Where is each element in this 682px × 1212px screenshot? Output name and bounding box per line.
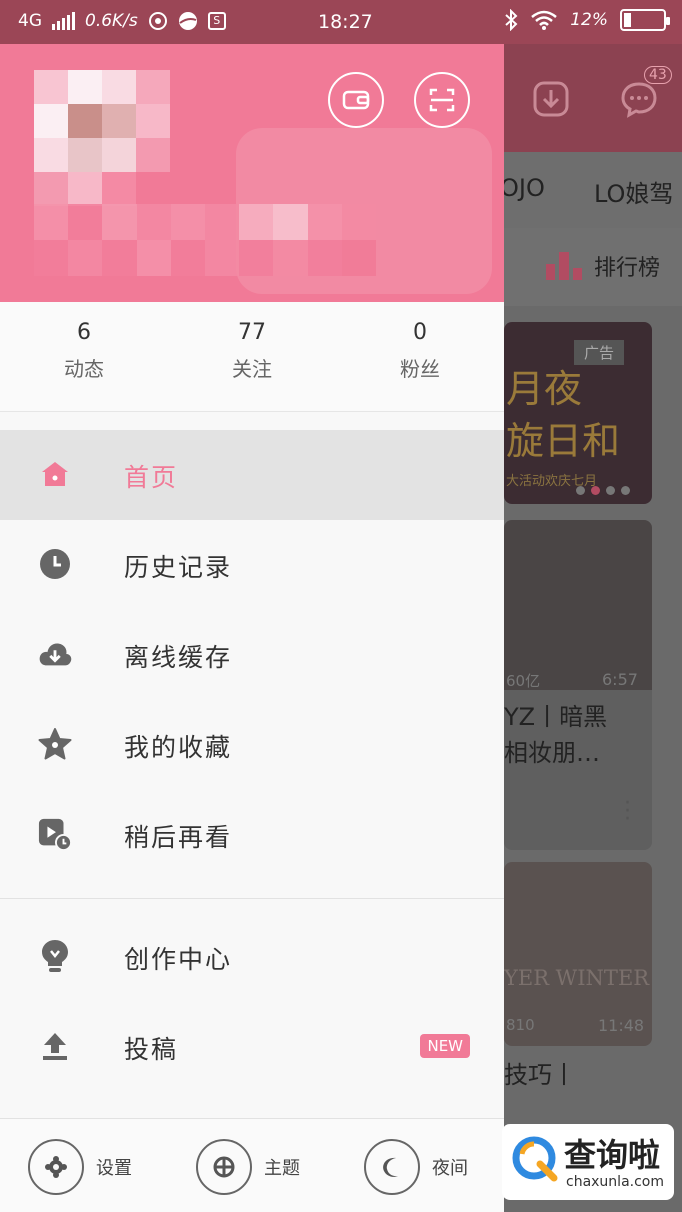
ranking-label[interactable]: 排行榜	[594, 250, 660, 282]
moon-icon	[364, 1139, 420, 1195]
drawer-bottom-bar: 设置 主题 夜间	[0, 1118, 504, 1212]
profile-stats: 6 动态 77 关注 0 粉丝	[0, 302, 504, 412]
carousel-dots	[576, 486, 630, 495]
wifi-icon	[531, 10, 558, 30]
username	[34, 204, 376, 276]
ad-tag: 广告	[574, 340, 625, 365]
theme-button[interactable]: 主题	[196, 1139, 300, 1195]
menu-label: 我的收藏	[124, 733, 233, 762]
banner-text-1: 月夜	[506, 367, 583, 411]
download-icon[interactable]	[532, 80, 570, 118]
menu-item-creator-center[interactable]: 创作中心	[0, 912, 504, 1002]
scan-icon	[429, 88, 455, 112]
settings-button[interactable]: 设置	[28, 1139, 132, 1195]
ad-banner[interactable]: 月夜 旋日和 大活动欢庆七月 广告	[504, 322, 652, 504]
wallet-button[interactable]	[328, 72, 384, 128]
menu-label: 首页	[124, 463, 179, 492]
stat-label: 动态	[64, 357, 104, 381]
tab-2[interactable]: LO娘驾	[594, 174, 673, 209]
scan-button[interactable]	[414, 72, 470, 128]
stat-label: 粉丝	[400, 357, 440, 381]
stat-value: 6	[77, 320, 91, 345]
lightbulb-icon	[38, 939, 72, 973]
night-mode-button[interactable]: 夜间	[364, 1139, 468, 1195]
battery-icon	[620, 9, 670, 31]
menu-item-favorites[interactable]: 我的收藏	[0, 700, 504, 790]
stat-following[interactable]: 77 关注	[182, 320, 322, 382]
bluetooth-icon	[505, 9, 518, 31]
background-tabs: OJO LO娘驾	[500, 152, 682, 228]
home-icon	[38, 457, 72, 491]
stat-fans[interactable]: 0 粉丝	[350, 320, 490, 382]
card2-banner: YER WINTER	[504, 966, 650, 990]
stat-dynamics[interactable]: 6 动态	[14, 320, 154, 382]
card2-views: 810	[506, 1016, 535, 1034]
theme-icon	[196, 1139, 252, 1195]
menu-label: 离线缓存	[124, 643, 233, 672]
video-thumbnail	[504, 520, 652, 690]
notification-badge: 43	[644, 66, 672, 84]
ranking-icon	[546, 252, 584, 280]
menu-item-watch-later[interactable]: 稍后再看	[0, 790, 504, 880]
menu-item-upload[interactable]: 投稿 NEW	[0, 1002, 504, 1092]
menu-divider	[0, 898, 504, 899]
navigation-drawer: 6 动态 77 关注 0 粉丝 首页 历史记录 离线缓存 我的收藏 稍后再看 创…	[0, 44, 504, 1212]
menu-label: 投稿	[124, 1035, 179, 1064]
menu-item-home[interactable]: 首页	[0, 430, 504, 520]
background-feed: 月夜 旋日和 大活动欢庆七月 广告 60亿 6:57 YZ丨暗黑 相妆朋… · ·…	[504, 306, 682, 1212]
card2-title: 技巧丨	[504, 1061, 576, 1089]
night-mode-label: 夜间	[432, 1158, 468, 1179]
menu-label: 稍后再看	[124, 823, 233, 852]
watch-later-icon	[38, 817, 72, 851]
menu-label: 创作中心	[124, 945, 233, 974]
clock-icon	[38, 547, 72, 581]
settings-label: 设置	[96, 1158, 132, 1179]
card1-title-2: 相妆朋…	[504, 739, 600, 767]
status-bar: 4G 0.6K/s S 18:27 12%	[0, 0, 682, 44]
star-icon	[38, 727, 72, 761]
settings-icon	[28, 1139, 84, 1195]
hotspot-icon	[148, 12, 167, 30]
menu-item-history[interactable]: 历史记录	[0, 520, 504, 610]
network-speed: 0.6K/s	[85, 11, 138, 31]
tab-1[interactable]: OJO	[500, 174, 545, 202]
new-badge: NEW	[420, 1034, 470, 1058]
card1-title-1: YZ丨暗黑	[504, 703, 608, 731]
card2-duration: 11:48	[598, 1016, 645, 1035]
watermark-domain: chaxunla.com	[566, 1174, 664, 1190]
menu-item-offline-cache[interactable]: 离线缓存	[0, 610, 504, 700]
battery-percent: 12%	[570, 10, 608, 30]
watermark-brand: 查询啦	[564, 1136, 661, 1174]
cloud-download-icon	[38, 637, 72, 671]
network-type: 4G	[18, 11, 42, 31]
message-icon[interactable]	[620, 80, 658, 118]
stat-value: 77	[238, 320, 266, 345]
signal-icon	[52, 12, 75, 30]
stat-value: 0	[413, 320, 427, 345]
menu-label: 历史记录	[124, 553, 233, 582]
profile-header[interactable]	[0, 44, 504, 302]
clock-time: 18:27	[318, 11, 373, 33]
avatar[interactable]	[34, 70, 170, 206]
theme-label: 主题	[264, 1158, 300, 1179]
more-icon[interactable]: · · ·	[624, 793, 631, 831]
upload-icon	[38, 1029, 72, 1063]
banner-text-2: 旋日和	[506, 419, 621, 463]
ball-icon	[178, 12, 197, 30]
s-icon: S	[207, 12, 226, 30]
views-count: 60亿	[506, 672, 541, 690]
watermark: 查询啦 chaxunla.com	[502, 1124, 674, 1200]
wallet-icon	[342, 90, 370, 110]
background-header: 43	[504, 44, 682, 152]
video-card-2[interactable]: YER WINTER 810 11:48	[504, 862, 652, 1046]
video-duration: 6:57	[602, 670, 638, 689]
stat-label: 关注	[232, 357, 272, 381]
ranking-row: 排行榜	[504, 228, 682, 306]
watermark-logo-icon	[512, 1136, 558, 1182]
